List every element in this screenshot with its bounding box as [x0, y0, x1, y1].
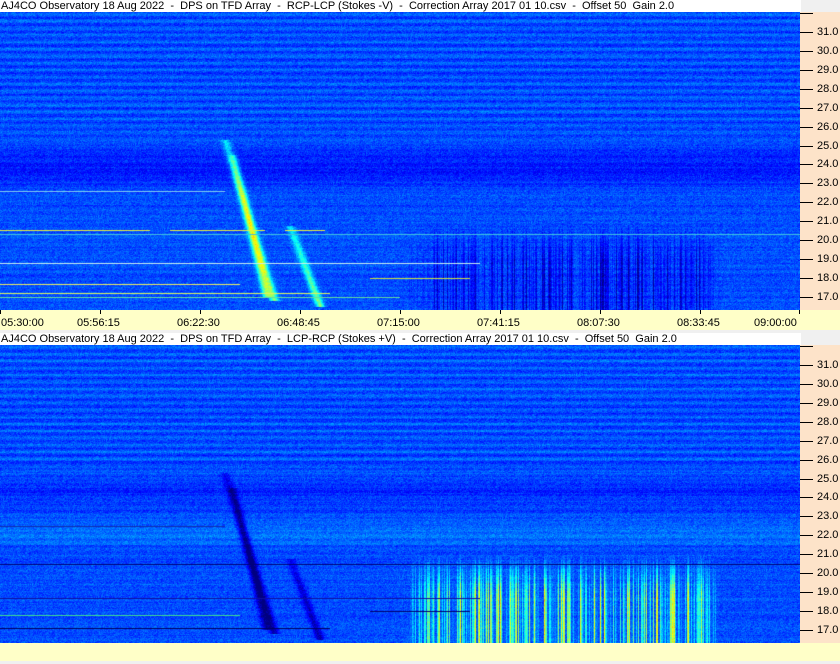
y-tick: [800, 259, 813, 261]
bottom-panel-title: AJ4CO Observatory 18 Aug 2022 - DPS on T…: [0, 333, 801, 345]
y-tick-label: 23.0: [817, 510, 839, 523]
x-tick: [100, 310, 101, 314]
x-tick: [200, 310, 201, 314]
y-tick: [800, 346, 813, 347]
y-tick: [800, 535, 813, 537]
y-tick-label: 21.0: [817, 215, 839, 228]
y-tick-label: 29.0: [817, 63, 839, 76]
lcp-rcp-spectrogram: [0, 345, 800, 643]
y-tick: [800, 592, 813, 594]
y-tick-label: 24.0: [817, 158, 839, 171]
y-tick: [800, 296, 813, 298]
y-tick-label: 25.0: [817, 472, 839, 485]
y-tick-label: 30.0: [817, 44, 839, 57]
y-tick: [800, 107, 813, 109]
y-tick: [800, 440, 813, 442]
y-tick-label: 18.0: [817, 605, 839, 618]
y-tick-label: 17.0: [817, 623, 839, 636]
y-tick: [800, 164, 813, 166]
y-tick-label: 26.0: [817, 120, 839, 133]
x-tick-label: 05:30:00: [1, 317, 44, 329]
y-tick: [800, 31, 813, 33]
y-tick-label: 18.0: [817, 272, 839, 285]
y-tick: [800, 240, 813, 242]
y-tick: [800, 459, 813, 461]
y-tick: [800, 13, 813, 14]
x-tick: [400, 310, 401, 314]
y-tick: [800, 364, 813, 366]
y-tick-label: 30.0: [817, 377, 839, 390]
y-tick: [800, 573, 813, 575]
y-tick: [800, 629, 813, 631]
rcp-lcp-spectrogram: [0, 12, 800, 310]
x-tick-label: 08:33:45: [677, 317, 720, 329]
y-tick: [800, 278, 813, 280]
x-tick-label: 08:07:30: [577, 317, 620, 329]
x-tick-label: 07:41:15: [477, 317, 520, 329]
frequency-axis-bottom: 31.0 30.0 29.0 28.0 27.0 26.0 25.0 24.0 23.0 22.0…: [800, 345, 840, 643]
y-tick-label: 31.0: [817, 25, 839, 38]
y-tick-label: 19.0: [817, 586, 839, 599]
x-tick: [600, 310, 601, 314]
y-tick: [800, 50, 813, 52]
y-tick-label: 26.0: [817, 453, 839, 466]
y-tick-label: 27.0: [817, 101, 839, 114]
y-tick-label: 25.0: [817, 139, 839, 152]
y-tick: [800, 478, 813, 480]
y-tick-label: 27.0: [817, 434, 839, 447]
frequency-axis-top: 31.0 30.0 29.0 28.0 27.0 26.0 25.0 24.0 23.0 22.0…: [800, 12, 840, 310]
y-tick-label: 24.0: [817, 491, 839, 504]
x-tick: [300, 310, 301, 314]
y-tick: [800, 554, 813, 556]
y-tick: [800, 126, 813, 128]
y-tick: [800, 421, 813, 423]
y-tick-label: 17.0: [817, 290, 839, 303]
y-tick-label: 19.0: [817, 253, 839, 266]
y-tick: [800, 183, 813, 185]
time-axis-bottom: [0, 643, 840, 661]
y-tick-label: 28.0: [817, 415, 839, 428]
x-tick: [799, 310, 800, 314]
y-tick-label: 28.0: [817, 82, 839, 95]
y-tick: [800, 202, 813, 204]
y-tick: [800, 497, 813, 499]
y-tick: [800, 145, 813, 147]
x-tick-label: 06:22:30: [177, 317, 220, 329]
x-tick: [0, 310, 1, 314]
x-tick-label: 09:00:00: [754, 317, 797, 329]
y-tick-label: 20.0: [817, 567, 839, 580]
y-tick: [800, 88, 813, 90]
time-axis-top: 05:30:00 05:56:15 06:22:30 06:48:45 07:15:00…: [0, 310, 840, 330]
y-tick: [800, 402, 813, 404]
y-tick-label: 22.0: [817, 196, 839, 209]
y-tick-label: 22.0: [817, 529, 839, 542]
x-tick-label: 07:15:00: [377, 317, 420, 329]
y-tick: [800, 611, 813, 613]
y-tick: [800, 516, 813, 518]
y-tick-label: 31.0: [817, 358, 839, 371]
x-tick: [700, 310, 701, 314]
y-tick: [800, 383, 813, 385]
y-tick-label: 21.0: [817, 548, 839, 561]
x-tick-label: 05:56:15: [77, 317, 120, 329]
y-tick-label: 23.0: [817, 177, 839, 190]
y-tick-label: 29.0: [817, 396, 839, 409]
y-tick: [800, 69, 813, 71]
y-tick-label: 20.0: [817, 234, 839, 247]
x-tick-label: 06:48:45: [277, 317, 320, 329]
x-tick: [500, 310, 501, 314]
y-tick: [800, 221, 813, 223]
top-panel-title: AJ4CO Observatory 18 Aug 2022 - DPS on T…: [0, 0, 801, 12]
